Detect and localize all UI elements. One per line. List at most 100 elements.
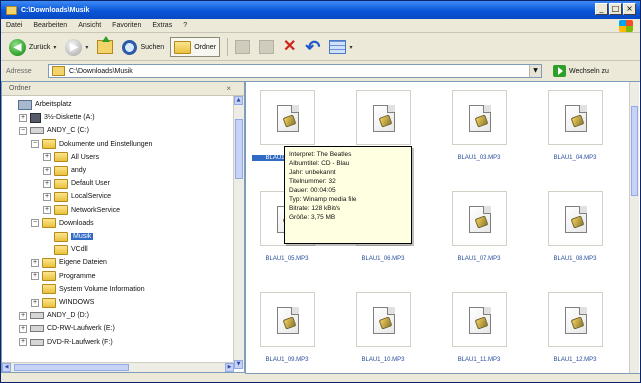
expand-icon[interactable]: + bbox=[43, 206, 51, 215]
minimize-button[interactable]: _ bbox=[595, 3, 608, 15]
folder-tree-row[interactable]: +3½-Diskette (A:) bbox=[19, 112, 95, 123]
audio-file-icon bbox=[469, 105, 491, 132]
folder-tree-row[interactable]: + ANDY_D (D:) bbox=[19, 310, 89, 321]
address-field[interactable]: C:\Downloads\Musik ▼ bbox=[48, 64, 542, 78]
folder-tree-row[interactable]: + DVD-R-Laufwerk (F:) bbox=[19, 337, 113, 348]
folder-scroll-thumb[interactable] bbox=[235, 119, 243, 179]
expand-icon[interactable]: + bbox=[31, 258, 39, 267]
file-thumbnail-frame bbox=[260, 292, 315, 347]
expand-icon[interactable]: + bbox=[19, 338, 27, 347]
expand-icon[interactable]: + bbox=[19, 113, 27, 122]
menu-edit[interactable]: Bearbeiten bbox=[33, 22, 67, 29]
collapse-icon[interactable]: − bbox=[19, 126, 27, 135]
search-button[interactable]: Suchen bbox=[119, 37, 167, 57]
menu-file[interactable]: Datei bbox=[6, 22, 22, 29]
menu-favorites[interactable]: Favoriten bbox=[112, 22, 141, 29]
folder-tree-row[interactable]: + Programme bbox=[31, 271, 96, 282]
mp3-file-item[interactable]: BLAU1_08.MP3 bbox=[540, 191, 610, 281]
menu-help[interactable]: ? bbox=[183, 22, 187, 29]
views-button[interactable]: ▾ bbox=[326, 37, 355, 57]
folder-tree-row[interactable]: + WINDOWS bbox=[31, 297, 94, 308]
folder-icon bbox=[42, 139, 56, 150]
scroll-down-arrow-icon[interactable]: ▼ bbox=[234, 360, 243, 369]
move-to-button[interactable] bbox=[232, 37, 253, 57]
copy-to-icon bbox=[258, 40, 274, 54]
delete-button[interactable]: ✕ bbox=[280, 37, 299, 57]
audio-file-icon bbox=[565, 105, 587, 132]
expand-icon[interactable]: + bbox=[43, 179, 51, 188]
mp3-file-item[interactable]: BLAU1_10.MP3 bbox=[348, 292, 418, 373]
folder-label: NetworkService bbox=[71, 206, 121, 214]
title-bar[interactable]: C:\Downloads\Musik _ □ × bbox=[1, 1, 640, 19]
folder-label: Eigene Dateien bbox=[59, 259, 107, 267]
expand-icon[interactable]: + bbox=[43, 192, 51, 201]
mp3-file-item[interactable]: BLAU1_03.MP3 bbox=[444, 90, 514, 180]
folder-vertical-scrollbar[interactable]: ▲ ▼ bbox=[233, 96, 244, 369]
scroll-left-arrow-icon[interactable]: ◀ bbox=[2, 363, 11, 372]
mp3-file-item[interactable]: BLAU1_11.MP3 bbox=[444, 292, 514, 373]
expand-icon[interactable]: + bbox=[43, 153, 51, 162]
copy-to-button[interactable] bbox=[256, 37, 277, 57]
folder-tree-row[interactable]: − Dokumente und Einstellungen bbox=[31, 139, 152, 150]
folder-tree-row[interactable]: System Volume Information bbox=[31, 284, 145, 295]
folder-horizontal-thumb[interactable] bbox=[14, 364, 129, 371]
file-thumbnail-frame bbox=[548, 191, 603, 246]
folder-tree-row[interactable]: Arbeitsplatz bbox=[7, 99, 72, 110]
forward-button[interactable]: ▶ ▾ bbox=[62, 37, 91, 57]
back-button[interactable]: ◀ Zurück ▾ bbox=[6, 37, 59, 57]
mp3-file-item[interactable]: BLAU1_04.MP3 bbox=[540, 90, 610, 180]
folder-tree-row[interactable]: + Eigene Dateien bbox=[31, 257, 107, 268]
maximize-button[interactable]: □ bbox=[609, 3, 622, 15]
folder-tree-row[interactable]: Musik bbox=[43, 231, 94, 242]
tooltip-line: Typ: Winamp media file bbox=[289, 196, 357, 203]
up-folder-button[interactable] bbox=[94, 36, 116, 57]
up-folder-icon bbox=[97, 36, 114, 54]
scroll-right-arrow-icon[interactable]: ▶ bbox=[225, 363, 234, 372]
folder-icon bbox=[54, 244, 68, 255]
folder-tree-row[interactable]: + andy bbox=[43, 165, 86, 176]
folder-horizontal-scrollbar[interactable]: ◀ ▶ bbox=[2, 362, 234, 372]
close-button[interactable]: × bbox=[623, 3, 636, 15]
folder-tree-row[interactable]: − ANDY_C (C:) bbox=[19, 125, 89, 136]
toolbar: ◀ Zurück ▾ ▶ ▾ Suchen Ordner ✕ ↶ ▾ bbox=[1, 34, 640, 61]
file-vertical-scrollbar[interactable] bbox=[629, 82, 639, 373]
views-icon bbox=[329, 40, 347, 54]
go-button[interactable]: Wechseln zu bbox=[553, 65, 609, 77]
folder-label: Default User bbox=[71, 180, 110, 188]
mp3-file-item[interactable]: BLAU1_07.MP3 bbox=[444, 191, 514, 281]
scroll-up-arrow-icon[interactable]: ▲ bbox=[234, 96, 243, 105]
folder-icon bbox=[54, 165, 68, 176]
address-dropdown-icon[interactable]: ▼ bbox=[529, 65, 541, 77]
folder-tree-row[interactable]: VCdll bbox=[43, 244, 88, 255]
expand-icon[interactable]: + bbox=[31, 272, 39, 281]
folder-tree-row[interactable]: + All Users bbox=[43, 152, 99, 163]
views-dropdown-icon[interactable]: ▾ bbox=[349, 44, 352, 51]
forward-dropdown-icon[interactable]: ▾ bbox=[85, 44, 88, 51]
file-thumbnail-frame bbox=[452, 191, 507, 246]
folder-tree-row[interactable]: + LocalService bbox=[43, 191, 111, 202]
folder-tree-row[interactable]: − Downloads bbox=[31, 218, 94, 229]
folders-button[interactable]: Ordner bbox=[170, 37, 220, 57]
folder-label: LocalService bbox=[71, 193, 112, 201]
collapse-icon[interactable]: − bbox=[31, 219, 39, 228]
file-scroll-thumb[interactable] bbox=[631, 106, 638, 196]
expand-icon[interactable]: + bbox=[19, 311, 27, 320]
menu-tools[interactable]: Extras bbox=[152, 22, 172, 29]
folder-icon bbox=[54, 191, 68, 202]
expand-icon[interactable]: + bbox=[43, 166, 51, 175]
close-pane-icon[interactable]: × bbox=[226, 84, 231, 93]
folder-tree-row[interactable]: + NetworkService bbox=[43, 205, 120, 216]
folder-label: Downloads bbox=[59, 219, 94, 227]
undo-button[interactable]: ↶ bbox=[302, 37, 323, 57]
folder-tree-row[interactable]: + CD-RW-Laufwerk (E:) bbox=[19, 323, 115, 334]
expand-icon[interactable]: + bbox=[19, 324, 27, 333]
collapse-icon[interactable]: − bbox=[31, 140, 39, 149]
folder-tree-row[interactable]: + Default User bbox=[43, 178, 110, 189]
back-dropdown-icon[interactable]: ▾ bbox=[53, 44, 56, 51]
mp3-file-item[interactable]: BLAU1_09.MP3 bbox=[252, 292, 322, 373]
expand-icon[interactable]: + bbox=[31, 298, 39, 307]
mp3-file-item[interactable]: BLAU1_12.MP3 bbox=[540, 292, 610, 373]
tooltip-line: Interpret: The Beatles bbox=[289, 151, 352, 158]
menu-view[interactable]: Ansicht bbox=[78, 22, 101, 29]
